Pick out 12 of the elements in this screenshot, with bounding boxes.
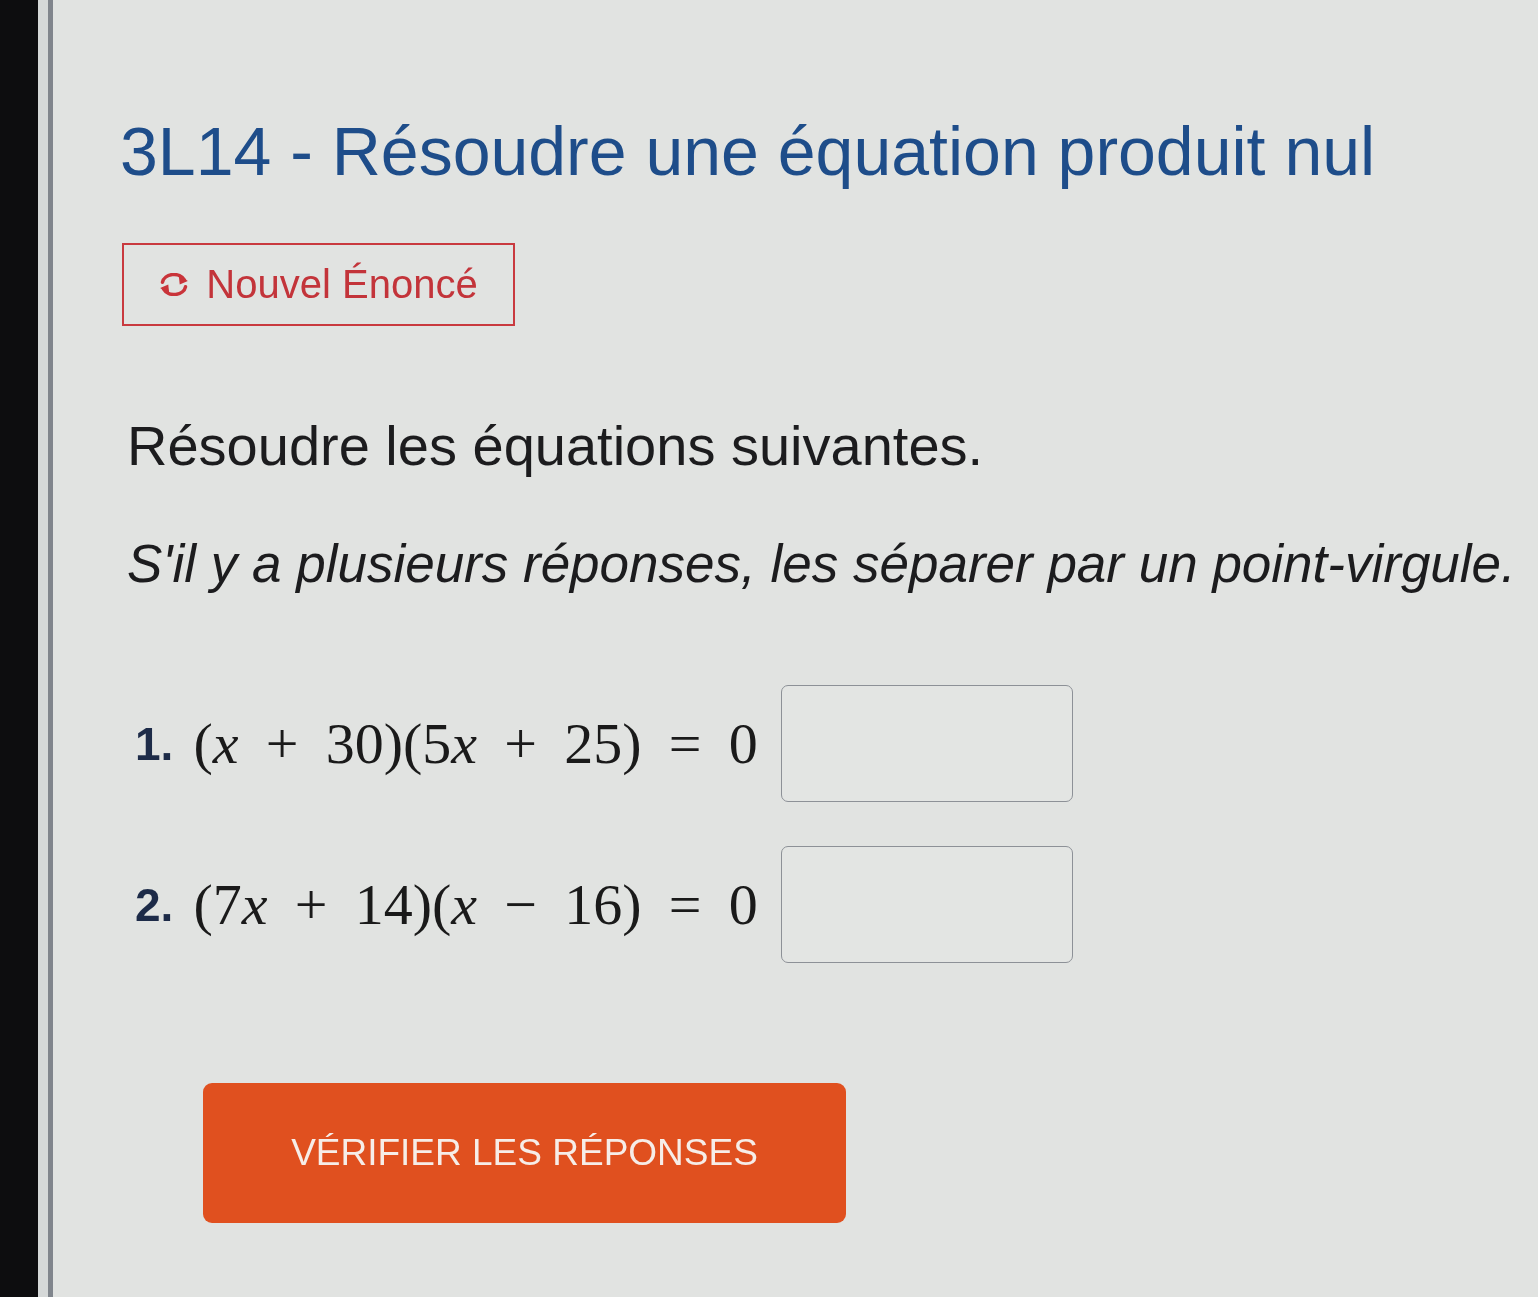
- refresh-icon: [159, 273, 190, 296]
- equation: (7x + 14)(x − 16) = 0: [193, 871, 758, 938]
- instruction-note: S'il y a plusieurs réponses, les séparer par un point-virgule.: [127, 533, 1516, 595]
- answer-field[interactable]: [780, 846, 1073, 963]
- check-answers-button[interactable]: VÉRIFIER LES RÉPONSES: [203, 1083, 846, 1223]
- answer-field[interactable]: [780, 685, 1073, 802]
- new-statement-button[interactable]: Nouvel Énoncé: [122, 243, 515, 326]
- instruction-text: Résoudre les équations suivantes.: [127, 413, 984, 479]
- exercise-title: 3L14 - Résoudre une équation produit nul: [120, 112, 1376, 190]
- exercise-number: 1.: [135, 716, 174, 771]
- exercise-number: 2.: [135, 877, 174, 932]
- equation: (x + 30)(5x + 25) = 0: [193, 710, 758, 777]
